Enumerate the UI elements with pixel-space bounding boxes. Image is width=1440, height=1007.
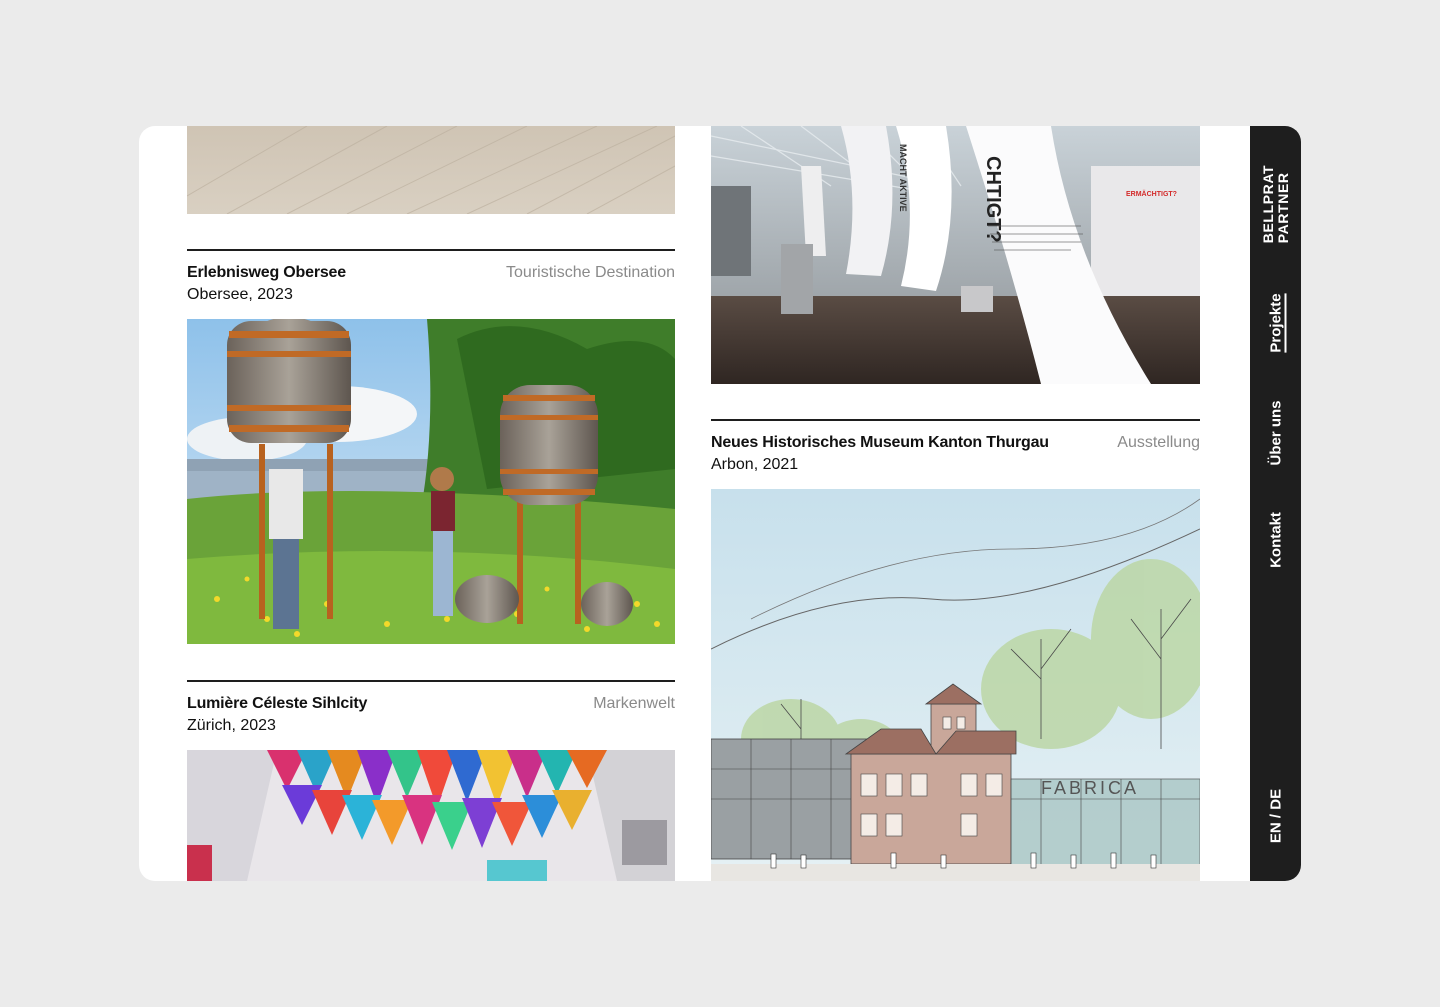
exhibit-wall-text: ERMÄCHTIGT? xyxy=(1126,190,1177,198)
project-title[interactable]: Neues Historisches Museum Kanton Thurgau xyxy=(711,434,1049,452)
project-location-year: Arbon, 2021 xyxy=(711,456,799,473)
card-divider xyxy=(187,680,675,682)
exhibition-hall-illustration: CHTIGT? MACHT AKTIVE ERMÄCHTIGT? xyxy=(711,126,1200,384)
project-image-museum-sketch[interactable]: FABRICA xyxy=(711,489,1200,881)
browser-window: Erlebnisweg Obersee Obersee, 2023 Touris… xyxy=(139,126,1301,881)
exhibit-banner-small-text: MACHT AKTIVE xyxy=(898,144,908,212)
project-location-year: Zürich, 2023 xyxy=(187,717,276,734)
project-image-exhibition[interactable]: CHTIGT? MACHT AKTIVE ERMÄCHTIGT? xyxy=(711,126,1200,384)
nav-item-ueber-uns[interactable]: Über uns xyxy=(1267,400,1284,465)
prism-ceiling-illustration xyxy=(187,750,675,881)
sidebar-nav: BELLPRAT PARTNER Projekte Über uns Konta… xyxy=(1250,126,1301,881)
sketch-sign-text: FABRICA xyxy=(1041,778,1139,798)
barrels-meadow-illustration xyxy=(187,319,675,644)
exhibit-banner-text: CHTIGT? xyxy=(982,156,1004,243)
language-switcher[interactable]: EN / DE xyxy=(1267,789,1284,843)
brand-line-1: BELLPRAT xyxy=(1259,164,1276,244)
project-category: Touristische Destination xyxy=(506,264,675,281)
card-divider xyxy=(711,419,1200,421)
nav-item-projekte[interactable]: Projekte xyxy=(1267,293,1284,352)
project-category: Markenwelt xyxy=(593,695,675,712)
brand-line-2: PARTNER xyxy=(1274,172,1291,244)
brand-logo[interactable]: BELLPRAT PARTNER xyxy=(1259,164,1291,244)
card-divider xyxy=(187,249,675,251)
project-image-barrels[interactable] xyxy=(187,319,675,644)
projects-grid: Erlebnisweg Obersee Obersee, 2023 Touris… xyxy=(139,126,1250,881)
project-category: Ausstellung xyxy=(1117,434,1200,451)
project-title[interactable]: Erlebnisweg Obersee xyxy=(187,264,346,282)
project-location-year: Obersee, 2023 xyxy=(187,286,293,303)
museum-sketch-illustration: FABRICA xyxy=(711,489,1200,881)
project-title[interactable]: Lumière Céleste Sihlcity xyxy=(187,695,367,713)
nav-item-kontakt[interactable]: Kontakt xyxy=(1267,512,1284,568)
project-image-lights[interactable] xyxy=(187,750,675,881)
project-image-wood-floor[interactable] xyxy=(187,126,675,214)
wood-floor-illustration xyxy=(187,126,675,214)
